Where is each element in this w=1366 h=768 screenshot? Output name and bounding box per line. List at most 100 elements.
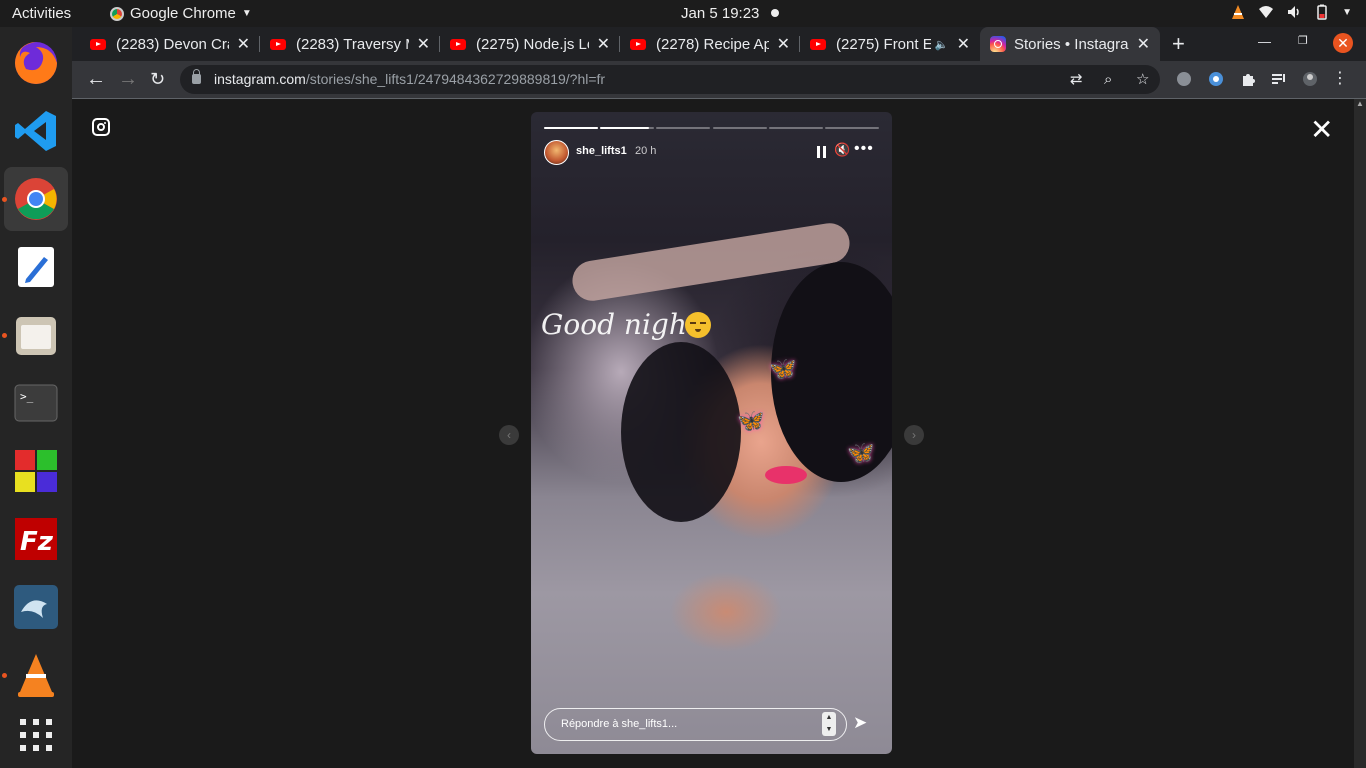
maximize-button[interactable]: ❐ [1298, 34, 1308, 47]
address-bar[interactable]: instagram.com/stories/she_lifts1/2479484… [180, 65, 1160, 94]
text-editor-icon [18, 247, 54, 287]
files-launcher[interactable] [4, 303, 68, 367]
tab[interactable]: (2283) Devon Cra ✕ [80, 27, 260, 61]
story-progress-fill [600, 127, 649, 129]
system-menu-caret-icon[interactable]: ▼ [1342, 7, 1352, 18]
close-tab-icon[interactable]: ✕ [237, 34, 250, 54]
vlc-launcher[interactable] [4, 643, 68, 707]
mysql-workbench-icon [14, 585, 58, 629]
terminal-launcher[interactable]: >_ [4, 371, 68, 435]
lock-icon[interactable] [192, 69, 201, 84]
chrome-menu-icon[interactable]: ⋮ [1332, 68, 1348, 90]
volume-icon[interactable] [1286, 4, 1302, 20]
filezilla-icon: Fz [15, 518, 57, 560]
svg-text:>_: >_ [20, 390, 34, 403]
forward-button[interactable]: → [118, 68, 138, 90]
tab-title: Stories • Instagra [1014, 35, 1129, 53]
app-menu[interactable]: Google Chrome ▼ [110, 5, 252, 22]
chrome-launcher[interactable] [4, 167, 68, 231]
mysql-workbench-launcher[interactable] [4, 575, 68, 639]
vscode-launcher[interactable] [4, 99, 68, 163]
running-indicator [2, 673, 7, 678]
tab[interactable]: (2278) Recipe App ✕ [620, 27, 800, 61]
reload-button[interactable]: ↻ [150, 68, 165, 90]
tab-title: (2278) Recipe App [656, 35, 769, 53]
text-editor-launcher[interactable] [4, 235, 68, 299]
story-username[interactable]: she_lifts1 [576, 145, 627, 157]
youtube-icon [270, 38, 286, 50]
youtube-icon [810, 38, 826, 50]
audio-playing-icon[interactable]: 🔈 [935, 38, 949, 51]
tab-active[interactable]: Stories • Instagra ✕ [980, 27, 1160, 61]
notification-dot [771, 9, 779, 17]
extensions-puzzle-icon[interactable] [1240, 71, 1256, 87]
story-image-hair [621, 342, 741, 522]
clock[interactable]: Jan 5 19:23 [681, 5, 759, 22]
tab[interactable]: (2275) Node.js Lo ✕ [440, 27, 620, 61]
youtube-icon [90, 38, 106, 50]
firefox-launcher[interactable] [4, 31, 68, 95]
youtube-icon [450, 38, 466, 50]
close-tab-icon[interactable]: ✕ [777, 34, 790, 54]
reply-input[interactable]: Répondre à she_lifts1... [544, 708, 847, 741]
butterfly-sticker-icon: 🦋 [847, 440, 875, 465]
sleeping-emoji-icon [685, 312, 711, 338]
show-applications-button[interactable] [4, 703, 68, 767]
close-tab-icon[interactable]: ✕ [417, 34, 430, 54]
url-path: /stories/she_lifts1/2479484362729889819/… [305, 71, 606, 87]
zoom-icon[interactable]: ⌕ [1104, 65, 1112, 94]
colored-blocks-icon [15, 450, 57, 492]
vlc-icon [18, 654, 54, 697]
files-icon [16, 317, 56, 355]
app-grid-color-launcher[interactable] [4, 439, 68, 503]
close-tab-icon[interactable]: ✕ [957, 34, 970, 54]
reply-input-spinner[interactable]: ▲ ▼ [822, 712, 836, 736]
minimize-button[interactable]: — [1258, 34, 1271, 49]
profile-icon[interactable] [1302, 71, 1318, 87]
terminal-icon: >_ [14, 384, 58, 422]
extension-globe-icon[interactable] [1176, 71, 1192, 87]
send-icon[interactable]: ➤ [853, 713, 867, 733]
close-stories-icon[interactable]: ✕ [1310, 113, 1333, 146]
story-progress-segment [712, 127, 767, 129]
more-options-icon[interactable]: ••• [854, 140, 874, 158]
media-control-icon[interactable] [1271, 71, 1287, 87]
story-image-lips [765, 466, 807, 484]
wifi-icon[interactable] [1258, 4, 1274, 20]
mute-icon[interactable]: 🔇 [834, 142, 850, 158]
activities-button[interactable]: Activities [12, 5, 71, 22]
caret-down-icon: ▼ [241, 8, 252, 19]
back-button[interactable]: ← [86, 68, 106, 90]
pause-icon[interactable] [817, 146, 826, 158]
new-tab-button[interactable]: + [1172, 31, 1185, 57]
svg-text:Fz: Fz [20, 527, 54, 557]
grid-icon [20, 719, 52, 751]
tab-strip: (2283) Devon Cra ✕ (2283) Traversy M ✕ (… [72, 27, 1366, 61]
vlc-tray-icon[interactable] [1230, 4, 1246, 20]
page-scrollbar[interactable] [1354, 99, 1366, 768]
translate-icon[interactable]: ⇄ [1070, 65, 1083, 94]
tab[interactable]: (2283) Traversy M ✕ [260, 27, 440, 61]
filezilla-launcher[interactable]: Fz [4, 507, 68, 571]
bookmark-star-icon[interactable]: ☆ [1136, 65, 1149, 94]
battery-icon[interactable] [1314, 4, 1330, 20]
close-tab-icon[interactable]: ✕ [597, 34, 610, 54]
dock: >_ Fz [0, 27, 72, 768]
running-indicator [2, 197, 7, 202]
next-story-arrow-icon[interactable]: › [904, 425, 924, 445]
tab-title: (2275) Front E [836, 35, 931, 53]
extension-blue-icon[interactable] [1208, 71, 1224, 87]
system-tray[interactable]: ▼ [1230, 4, 1352, 20]
url-host: instagram.com [214, 71, 306, 87]
previous-story-arrow-icon[interactable]: ‹ [499, 425, 519, 445]
chrome-icon [15, 178, 57, 220]
browser-toolbar: ← → ↻ instagram.com/stories/she_lifts1/2… [72, 61, 1366, 99]
butterfly-sticker-icon: 🦋 [769, 356, 797, 381]
tab[interactable]: (2275) Front E 🔈 ✕ [800, 27, 980, 61]
window-close-button[interactable]: ✕ [1333, 33, 1353, 53]
story-progress-segment [768, 127, 823, 129]
story-viewer[interactable]: she_lifts1 20 h 🔇 ••• Good night 🦋 🦋 🦋 R… [531, 112, 892, 754]
instagram-logo-icon[interactable] [92, 118, 110, 136]
avatar[interactable] [544, 140, 569, 165]
close-tab-icon[interactable]: ✕ [1137, 34, 1150, 54]
